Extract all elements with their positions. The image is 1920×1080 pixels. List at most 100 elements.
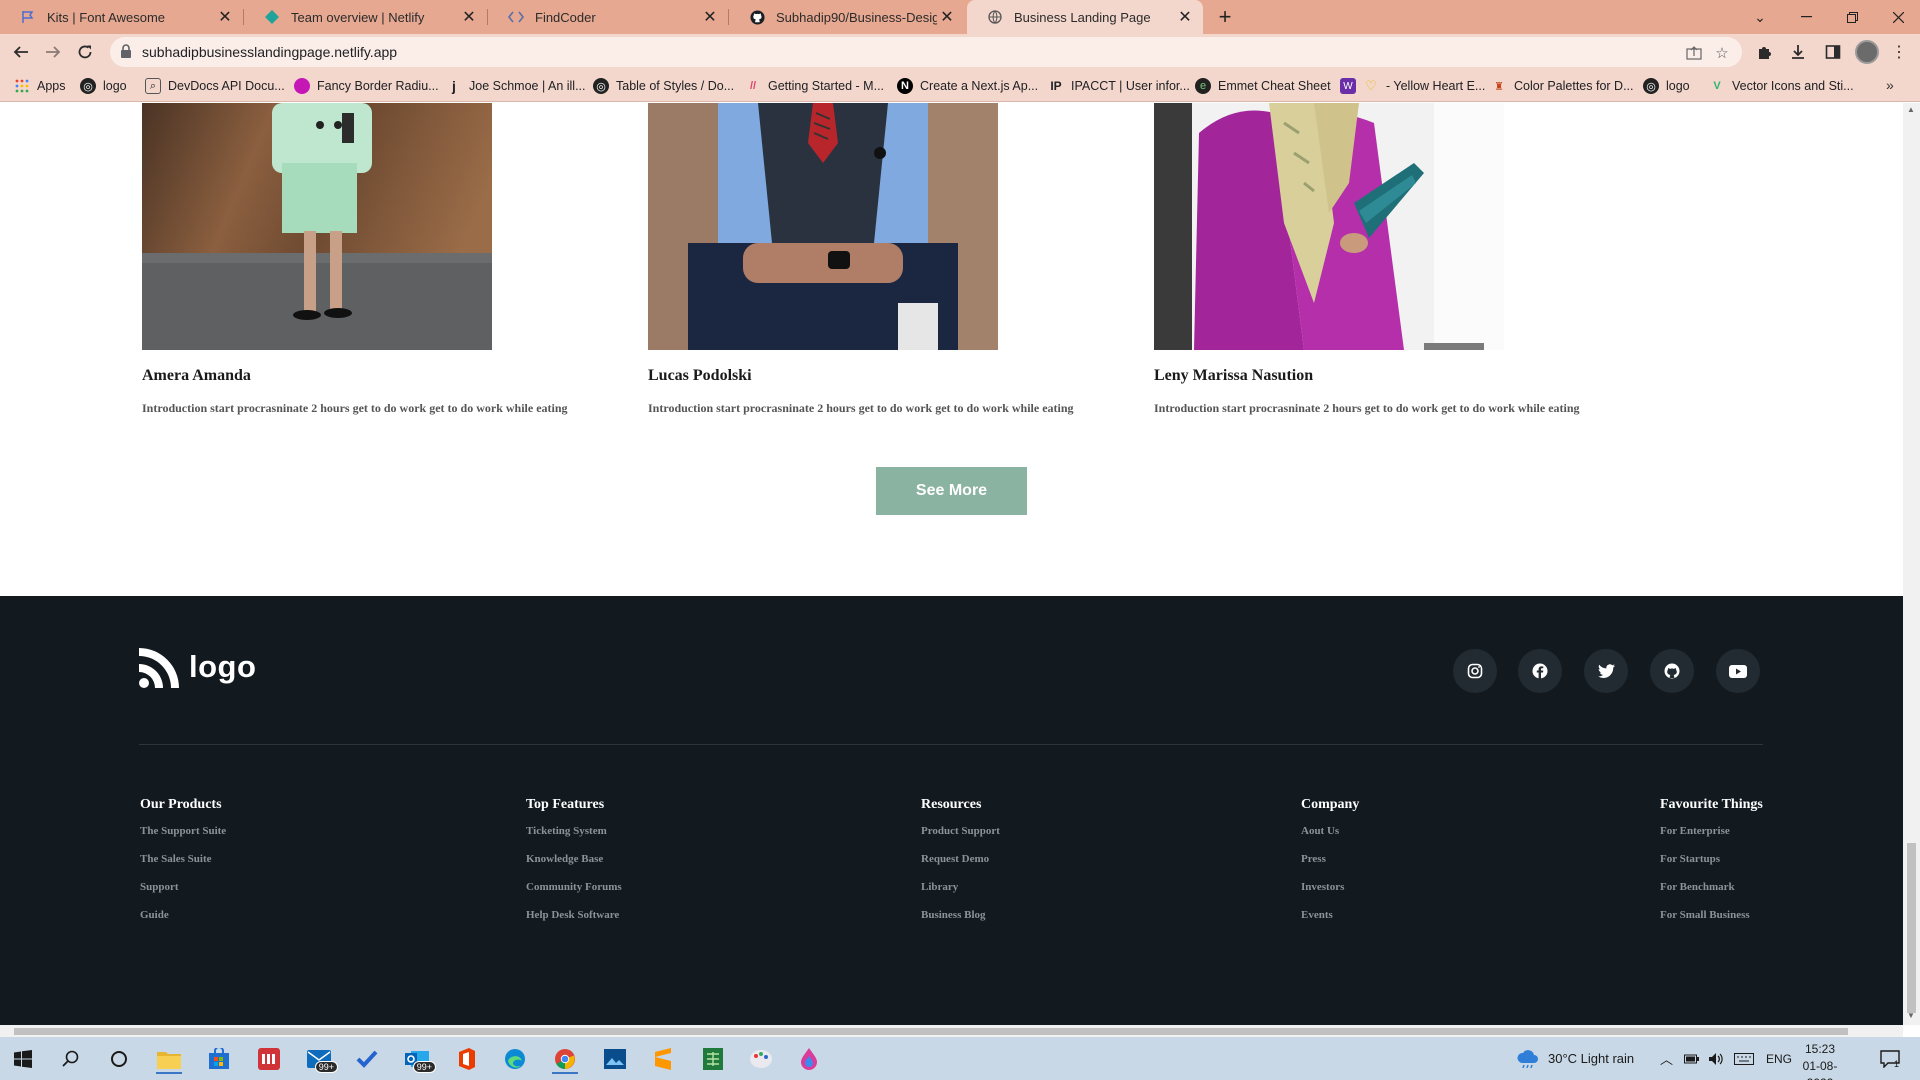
footer-link[interactable]: The Sales Suite (140, 853, 212, 865)
clock[interactable]: 15:23 01-08-2022 (1790, 1041, 1850, 1080)
facebook-button[interactable] (1518, 649, 1562, 693)
minimize-icon[interactable] (1783, 0, 1829, 34)
footer-link[interactable]: For Startups (1660, 853, 1720, 865)
download-icon[interactable] (1786, 40, 1810, 64)
bookmark-getting-started[interactable]: // Getting Started - M... (745, 77, 884, 95)
footer-link[interactable]: Knowledge Base (526, 853, 603, 865)
scrollbar-thumb[interactable] (1907, 843, 1916, 1013)
reload-icon[interactable] (72, 39, 98, 65)
extensions-puzzle-icon[interactable] (1753, 40, 1777, 64)
file-explorer-icon[interactable] (154, 1044, 184, 1074)
bookmark-fancy-border[interactable]: Fancy Border Radiu... (294, 77, 439, 95)
footer-link[interactable]: Investors (1301, 881, 1344, 893)
sublime-text-icon[interactable] (648, 1044, 678, 1074)
bookmarks-overflow-chevron-icon[interactable]: » (1886, 77, 1894, 93)
language-indicator[interactable]: ENG (1766, 1037, 1792, 1080)
bookmark-table-of-styles[interactable]: ◎ Table of Styles / Do... (593, 77, 734, 95)
bookmark-nextjs[interactable]: N Create a Next.js Ap... (897, 77, 1038, 95)
see-more-button[interactable]: See More (876, 467, 1027, 515)
star-icon[interactable]: ☆ (1711, 42, 1733, 64)
footer-link[interactable]: Request Demo (921, 853, 989, 865)
show-hidden-icons-chevron-icon[interactable]: ︿ (1660, 1037, 1673, 1080)
scroll-down-arrow-icon[interactable]: ▼ (1907, 1011, 1915, 1020)
tab-business-landing-page[interactable]: Business Landing Page ✕ (967, 0, 1203, 34)
footer-link[interactable]: Press (1301, 853, 1326, 865)
bookmark-logo[interactable]: ◎ logo (80, 77, 127, 95)
photos-icon[interactable] (600, 1044, 630, 1074)
chrome-icon[interactable] (550, 1044, 580, 1074)
close-icon[interactable]: ✕ (1175, 7, 1195, 27)
new-tab-plus-icon[interactable]: + (1212, 4, 1238, 30)
weather-widget[interactable]: 30°C Light rain (1516, 1037, 1634, 1080)
footer-link[interactable]: Support (140, 881, 179, 893)
bookmark-vector-icons[interactable]: V Vector Icons and Sti... (1709, 77, 1853, 95)
tab-search-chevron-icon[interactable]: ⌄ (1737, 0, 1783, 34)
edge-icon[interactable] (500, 1044, 530, 1074)
twitter-button[interactable] (1584, 649, 1628, 693)
mail-icon[interactable]: 99+ (304, 1044, 338, 1074)
tab-netlify[interactable]: Team overview | Netlify ✕ (244, 0, 487, 34)
url-text[interactable]: subhadipbusinesslandingpage.netlify.app (142, 44, 397, 60)
close-icon[interactable]: ✕ (937, 7, 957, 27)
footer-link[interactable]: Business Blog (921, 909, 986, 921)
scroll-up-arrow-icon[interactable]: ▲ (1907, 105, 1915, 114)
footer-link[interactable]: Ticketing System (526, 825, 607, 837)
footer-link[interactable]: Community Forums (526, 881, 622, 893)
footer-link[interactable]: Events (1301, 909, 1333, 921)
github-button[interactable] (1650, 649, 1694, 693)
bookmark-color-palettes[interactable]: ♜ Color Palettes for D... (1491, 77, 1633, 95)
restore-icon[interactable] (1829, 0, 1875, 34)
spreadsheet-icon[interactable] (698, 1044, 728, 1074)
close-icon[interactable]: ✕ (215, 7, 235, 27)
tab-findcoder[interactable]: FindCoder ✕ (488, 0, 728, 34)
cortana-icon[interactable] (104, 1044, 134, 1074)
footer-link[interactable]: Guide (140, 909, 169, 921)
close-icon[interactable]: ✕ (700, 7, 720, 27)
address-bar[interactable]: subhadipbusinesslandingpage.netlify.app … (110, 37, 1742, 67)
footer-link[interactable]: For Benchmark (1660, 881, 1735, 893)
footer-link[interactable]: Help Desk Software (526, 909, 619, 921)
tab-font-awesome[interactable]: Kits | Font Awesome ✕ (0, 0, 243, 34)
outlook-icon[interactable]: 99+ (402, 1044, 436, 1074)
paint-app-icon[interactable] (746, 1044, 776, 1074)
keyboard-icon[interactable] (1734, 1037, 1754, 1080)
bookmark-devdocs[interactable]: ⌕ DevDocs API Docu... (145, 77, 285, 95)
footer-link[interactable]: Product Support (921, 825, 1000, 837)
bookmark-apps[interactable]: Apps (14, 77, 66, 95)
footer-link[interactable]: For Small Business (1660, 909, 1750, 921)
share-icon[interactable] (1683, 42, 1705, 64)
office-apps-icon[interactable] (254, 1044, 284, 1074)
close-icon[interactable]: ✕ (459, 7, 479, 27)
battery-icon[interactable] (1684, 1037, 1700, 1080)
footer-link[interactable]: The Support Suite (140, 825, 226, 837)
speaker-icon[interactable] (1708, 1037, 1724, 1080)
store-icon[interactable] (204, 1044, 234, 1074)
close-window-icon[interactable] (1875, 0, 1920, 34)
lock-icon[interactable] (120, 44, 134, 60)
footer-link[interactable]: Aout Us (1301, 825, 1339, 837)
bookmark-yellow-heart[interactable]: W ♡ - Yellow Heart E... (1340, 77, 1485, 95)
forward-arrow-icon[interactable] (40, 39, 66, 65)
instagram-button[interactable] (1453, 649, 1497, 693)
side-panel-icon[interactable] (1821, 40, 1845, 64)
bookmark-emmet[interactable]: e Emmet Cheat Sheet (1195, 77, 1331, 95)
profile-avatar[interactable] (1855, 40, 1879, 64)
scrollbar-thumb[interactable] (14, 1028, 1848, 1035)
search-icon[interactable] (56, 1044, 86, 1074)
bookmark-ipacct[interactable]: IP IPACCT | User infor... (1048, 77, 1189, 95)
notification-center-icon[interactable]: 1 (1880, 1037, 1900, 1080)
bookmark-joe-schmoe[interactable]: j Joe Schmoe | An ill... (446, 77, 585, 95)
horizontal-scrollbar[interactable] (0, 1025, 1903, 1037)
droplet-app-icon[interactable] (794, 1044, 824, 1074)
bookmark-logo-2[interactable]: ◎ logo (1643, 77, 1690, 95)
back-arrow-icon[interactable] (8, 39, 34, 65)
youtube-button[interactable] (1716, 649, 1760, 693)
vertical-scrollbar[interactable]: ▲ ▼ (1903, 103, 1920, 1025)
windows-start-icon[interactable] (8, 1044, 38, 1074)
office-logo-icon[interactable] (452, 1044, 482, 1074)
tab-github[interactable]: Subhadip90/Business-Design-La ✕ (729, 0, 965, 34)
menu-dots-icon[interactable]: ⋮ (1887, 40, 1911, 64)
footer-link[interactable]: Library (921, 881, 958, 893)
footer-link[interactable]: For Enterprise (1660, 825, 1730, 837)
footer-logo[interactable]: logo (139, 646, 256, 688)
